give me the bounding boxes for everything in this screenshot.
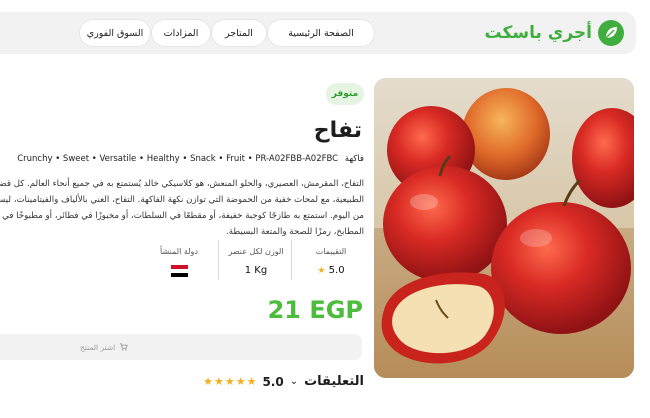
reviews-label: التعليقات	[304, 374, 364, 389]
reviews-header[interactable]: التعليقات ⌄ 5.0 ★ ★ ★ ★ ★	[203, 374, 364, 389]
cart-icon	[119, 342, 128, 353]
leaf-icon	[598, 20, 624, 46]
star-icon: ★	[213, 375, 224, 388]
description-line: التفاح، المقرمش، العصيري، والحلو المنعش،…	[0, 179, 364, 189]
product-action[interactable]: اشتر المنتج	[80, 334, 128, 360]
weight-value: 1 Kg	[244, 265, 268, 276]
stat-divider	[218, 240, 219, 280]
reviews-stars: ★ ★ ★ ★ ★	[203, 375, 256, 388]
rating-value-row: ★ 5.0	[296, 265, 366, 276]
product-action-bar[interactable]: اشتر المنتج	[0, 334, 362, 360]
rating-value: 5.0	[328, 265, 345, 276]
star-icon: ★	[203, 375, 213, 388]
stat-weight: الوزن لكل عنصر 1 Kg	[221, 240, 291, 282]
stat-divider	[291, 240, 292, 280]
weight-label: الوزن لكل عنصر	[228, 247, 284, 256]
star-icon: ★	[317, 266, 326, 276]
origin-label: دولة المنشأ	[160, 247, 198, 256]
product-price: 21 EGP	[267, 296, 363, 324]
reviews-score: 5.0	[262, 374, 284, 389]
product-action-label: اشتر المنتج	[80, 342, 116, 352]
product-title: تفاح	[313, 118, 362, 143]
description-line: الطبيعية، مع لمحات خفية من الحموضة التي …	[0, 195, 364, 205]
egypt-flag-icon	[170, 265, 188, 277]
brand-logo-link[interactable]: أجري باسكت	[484, 17, 624, 49]
product-description: التفاح، المقرمش، العصيري، والحلو المنعش،…	[0, 176, 364, 240]
nav-stores-label: المتاجر	[225, 27, 253, 39]
star-icon: ★	[246, 375, 257, 388]
star-icon: ★	[224, 375, 235, 388]
nav-home[interactable]: الصفحة الرئيسية	[268, 20, 374, 46]
availability-badge: متوفر	[326, 83, 364, 105]
description-line: المطابخ، رمزًا للصحة والمتعة البسيطة.	[226, 227, 364, 237]
rating-label: التقييمات	[315, 247, 347, 256]
category-label: فاكهة	[344, 154, 364, 164]
product-image	[374, 78, 634, 378]
stat-origin: دولة المنشأ	[144, 240, 214, 282]
nav-auctions-label: المزادات	[163, 27, 199, 39]
star-icon: ★	[235, 375, 246, 388]
nav-spot-market[interactable]: السوق الفوري	[80, 20, 150, 46]
stat-rating: التقييمات ★ 5.0	[296, 240, 366, 282]
product-tags: فاكهة Crunchy • Sweet • Versatile • Heal…	[17, 154, 364, 164]
chevron-down-icon: ⌄	[289, 376, 299, 387]
nav-home-label: الصفحة الرئيسية	[288, 27, 354, 39]
nav-auctions[interactable]: المزادات	[152, 20, 210, 46]
brand-name: أجري باسكت	[484, 23, 592, 43]
nav-stores[interactable]: المتاجر	[212, 20, 266, 46]
nav-spot-market-label: السوق الفوري	[86, 27, 144, 39]
top-nav-bar: الصفحة الرئيسية المتاجر المزادات السوق ا…	[0, 12, 636, 54]
tags-line: Crunchy • Sweet • Versatile • Healthy • …	[17, 154, 339, 164]
availability-label: متوفر	[331, 89, 359, 99]
description-line: من اليوم. استمتع به طازجًا كوجبة خفيفة، …	[0, 211, 364, 221]
